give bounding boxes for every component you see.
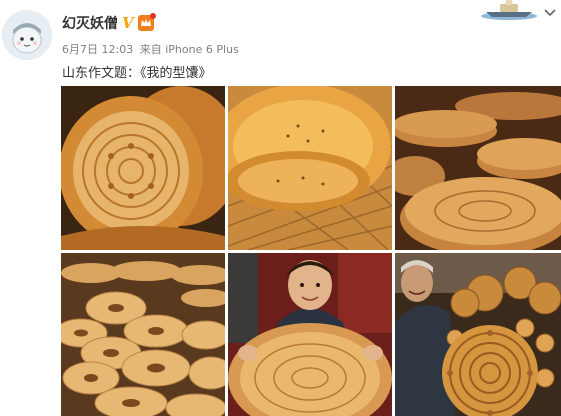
post-source: iPhone 6 Plus: [165, 43, 239, 56]
image-grid: [61, 86, 561, 416]
boat-illustration-icon: [478, 0, 540, 20]
post-meta: 6月7日 12:03 来自 iPhone 6 Plus: [62, 41, 239, 57]
image-boy-holding-naan[interactable]: [228, 253, 392, 416]
image-naan-stack-market[interactable]: [395, 86, 561, 250]
image-embossed-naan-stack[interactable]: [61, 86, 225, 250]
username-row: 幻灭妖僧 V: [62, 13, 156, 33]
image-bagel-naan-pile[interactable]: [61, 253, 225, 416]
post-text: 山东作文题：《我的型馕》: [62, 66, 212, 81]
avatar[interactable]: [2, 10, 52, 60]
member-badge-icon[interactable]: [137, 13, 156, 31]
chevron-down-icon[interactable]: [543, 6, 557, 20]
username-link[interactable]: 幻灭妖僧: [62, 13, 118, 33]
verified-v-badge-icon[interactable]: V: [122, 15, 134, 31]
post-time-link[interactable]: 6月7日 12:03: [62, 43, 133, 56]
from-label: 来自: [139, 43, 162, 56]
cartoon-avatar-icon: [2, 10, 52, 60]
image-golden-naan-on-rack[interactable]: [228, 86, 392, 250]
image-vendor-with-naan-display[interactable]: [395, 253, 561, 416]
